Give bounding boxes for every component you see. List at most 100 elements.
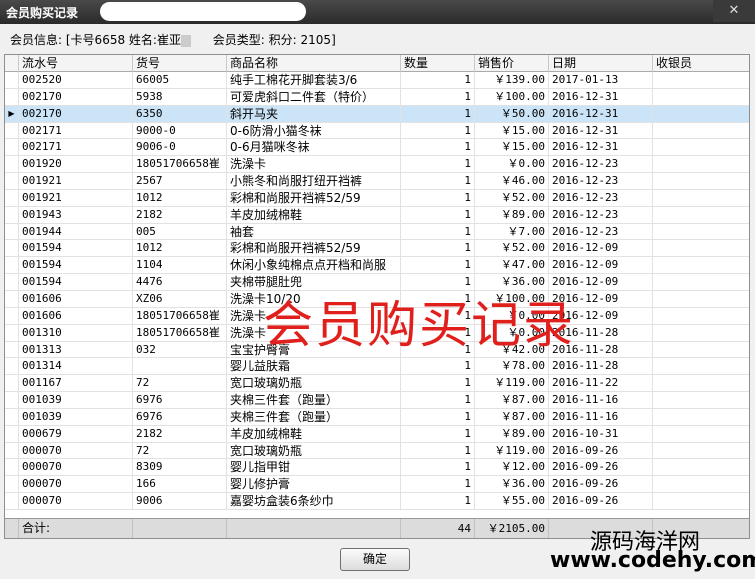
cell-date: 2016-12-09 bbox=[549, 257, 653, 274]
table-row[interactable]: 001921 2567 小熊冬和尚服打纽开裆裤 1 ￥46.00 2016-12-23 bbox=[5, 173, 749, 190]
total-row: 合计: 44 ￥2105.00 bbox=[5, 518, 749, 538]
table-row[interactable]: 001606 XZ06 洗澡卡10/20 1 ￥100.00 2016-12-09 bbox=[5, 290, 749, 308]
table-row[interactable]: 002170 5938 可爱虎斜口二件套（特价） 1 ￥100.00 2016-12-31 bbox=[5, 88, 749, 106]
cell-item-code: 72 bbox=[133, 442, 227, 459]
table-row[interactable]: 001039 6976 夹棉三件套（跑量） 1 ￥87.00 2016-11-16 bbox=[5, 408, 749, 426]
close-button[interactable]: ✕ bbox=[713, 0, 755, 22]
row-indicator bbox=[5, 189, 19, 206]
cell-cashier bbox=[653, 240, 749, 256]
table-row[interactable]: 000070 166 婴儿修护膏 1 ￥36.00 2016-09-26 bbox=[5, 476, 749, 494]
row-indicator bbox=[5, 476, 19, 493]
row-indicator bbox=[5, 442, 19, 459]
cell-date: 2016-12-31 bbox=[549, 139, 653, 156]
table-row[interactable]: 001606 18051706658崔 洗澡卡 1 ￥0.00 2016-12-09 bbox=[5, 307, 749, 325]
cell-date: 2016-12-23 bbox=[549, 206, 653, 223]
cell-serial: 001167 bbox=[19, 375, 133, 392]
cell-quantity: 1 bbox=[401, 358, 475, 375]
cell-cashier bbox=[653, 375, 749, 391]
cell-price: ￥7.00 bbox=[475, 223, 549, 240]
table-row[interactable]: 000070 72 宽口玻璃奶瓶 1 ￥119.00 2016-09-26 bbox=[5, 442, 749, 460]
row-indicator bbox=[5, 274, 19, 291]
table-row[interactable]: 000679 2182 羊皮加绒棉鞋 1 ￥89.00 2016-10-31 bbox=[5, 425, 749, 443]
table-row[interactable]: 001920 18051706658崔 洗澡卡 1 ￥0.00 2016-12-23 bbox=[5, 156, 749, 174]
cell-cashier bbox=[653, 392, 749, 408]
cell-cashier bbox=[653, 426, 749, 442]
cell-cashier bbox=[653, 190, 749, 206]
cell-price: ￥15.00 bbox=[475, 122, 549, 139]
cell-product-name: 斜开马夹 bbox=[227, 105, 401, 122]
table-row[interactable]: ▶ 002170 6350 斜开马夹 1 ￥50.00 2016-12-31 bbox=[5, 105, 749, 123]
header-price[interactable]: 销售价 bbox=[475, 55, 549, 72]
table-row[interactable]: 001944 005 袖套 1 ￥7.00 2016-12-23 bbox=[5, 223, 749, 241]
table-row[interactable]: 001943 2182 羊皮加绒棉鞋 1 ￥89.00 2016-12-23 bbox=[5, 206, 749, 224]
cell-item-code: 9006-0 bbox=[133, 139, 227, 156]
table-row[interactable]: 002520 66005 纯手工棉花开脚套装3/6 1 ￥139.00 2017-01-1… bbox=[5, 72, 749, 89]
cell-quantity: 1 bbox=[401, 257, 475, 274]
table-row[interactable]: 001313 032 宝宝护臀膏 1 ￥42.00 2016-11-28 bbox=[5, 341, 749, 359]
table-row[interactable]: 000070 9006 嘉婴坊盒装6条纱巾 1 ￥55.00 2016-09-26 bbox=[5, 493, 749, 510]
cell-serial: 002170 bbox=[19, 105, 133, 122]
cell-item-code: 8309 bbox=[133, 459, 227, 476]
cell-date: 2016-12-09 bbox=[549, 307, 653, 324]
cell-item-code: 1012 bbox=[133, 189, 227, 206]
cell-price: ￥87.00 bbox=[475, 392, 549, 409]
cell-price: ￥50.00 bbox=[475, 105, 549, 122]
cell-cashier bbox=[653, 443, 749, 459]
table-row[interactable]: 002171 9000-0 0-6防滑小猫冬袜 1 ￥15.00 2016-12-31 bbox=[5, 122, 749, 140]
table-row[interactable]: 001594 4476 夹棉带腿肚兜 1 ￥36.00 2016-12-09 bbox=[5, 274, 749, 291]
cell-item-code: 4476 bbox=[133, 274, 227, 291]
member-points: 积分: 2105] bbox=[268, 33, 336, 47]
cell-product-name: 小熊冬和尚服打纽开裆裤 bbox=[227, 173, 401, 190]
cell-serial: 001313 bbox=[19, 341, 133, 358]
table-row[interactable]: 002171 9006-0 0-6月猫咪冬袜 1 ￥15.00 2016-12-31 bbox=[5, 139, 749, 157]
confirm-button[interactable]: 确定 bbox=[340, 548, 410, 571]
cell-cashier bbox=[653, 106, 749, 122]
cell-cashier bbox=[653, 274, 749, 290]
cell-cashier bbox=[653, 89, 749, 105]
cell-item-code: 72 bbox=[133, 375, 227, 392]
purchase-records-table[interactable]: 流水号 货号 商品名称 数量 销售价 日期 收银员 002520 66005 纯手工… bbox=[4, 54, 750, 539]
cell-date: 2017-01-13 bbox=[549, 72, 653, 88]
cell-cashier bbox=[653, 325, 749, 341]
cell-quantity: 1 bbox=[401, 88, 475, 105]
header-product-name[interactable]: 商品名称 bbox=[227, 55, 401, 72]
cell-date: 2016-11-22 bbox=[549, 375, 653, 392]
table-row[interactable]: 001314 婴儿益肤霜 1 ￥78.00 2016-11-28 bbox=[5, 358, 749, 376]
row-indicator bbox=[5, 392, 19, 409]
cell-cashier bbox=[653, 173, 749, 189]
table-row[interactable]: 001594 1104 休闲小象纯棉点点开档和尚服 1 ￥47.00 2016-12-09 bbox=[5, 257, 749, 275]
table-row[interactable]: 001310 18051706658崔 洗澡卡 1 ￥0.00 2016-11-28 bbox=[5, 324, 749, 342]
cell-price: ￥42.00 bbox=[475, 341, 549, 358]
cell-price: ￥89.00 bbox=[475, 425, 549, 442]
cell-serial: 001310 bbox=[19, 324, 133, 341]
cell-price: ￥36.00 bbox=[475, 274, 549, 291]
header-serial[interactable]: 流水号 bbox=[19, 55, 133, 72]
header-date[interactable]: 日期 bbox=[549, 55, 653, 72]
cell-serial: 000679 bbox=[19, 425, 133, 442]
cell-product-name: 0-6防滑小猫冬袜 bbox=[227, 122, 401, 139]
total-amount: ￥2105.00 bbox=[475, 519, 549, 538]
table-row[interactable]: 001921 1012 彩棉和尚服开裆裤52/59 1 ￥52.00 2016-12-23 bbox=[5, 189, 749, 207]
table-row[interactable]: 001594 1012 彩棉和尚服开裆裤52/59 1 ￥52.00 2016-12-09 bbox=[5, 240, 749, 258]
header-cashier[interactable]: 收银员 bbox=[653, 55, 749, 72]
cell-price: ￥78.00 bbox=[475, 358, 549, 375]
cell-quantity: 1 bbox=[401, 307, 475, 324]
cell-quantity: 1 bbox=[401, 459, 475, 476]
cell-serial: 000070 bbox=[19, 442, 133, 459]
cell-date: 2016-12-23 bbox=[549, 189, 653, 206]
table-row[interactable]: 001167 72 宽口玻璃奶瓶 1 ￥119.00 2016-11-22 bbox=[5, 375, 749, 393]
cell-product-name: 0-6月猫咪冬袜 bbox=[227, 139, 401, 156]
header-item-code[interactable]: 货号 bbox=[133, 55, 227, 72]
redacted-name bbox=[180, 34, 191, 47]
cell-quantity: 1 bbox=[401, 156, 475, 173]
cell-date: 2016-11-28 bbox=[549, 358, 653, 375]
cell-serial: 000070 bbox=[19, 459, 133, 476]
member-info-bar: 会员信息: [卡号6658 姓名:崔亚 会员类型: 积分: 2105] bbox=[10, 31, 336, 49]
cell-product-name: 洗澡卡10/20 bbox=[227, 290, 401, 307]
cell-item-code: 1012 bbox=[133, 240, 227, 257]
table-row[interactable]: 000070 8309 婴儿指甲钳 1 ￥12.00 2016-09-26 bbox=[5, 459, 749, 477]
cell-price: ￥119.00 bbox=[475, 375, 549, 392]
cell-date: 2016-11-28 bbox=[549, 341, 653, 358]
header-quantity[interactable]: 数量 bbox=[401, 55, 475, 72]
table-row[interactable]: 001039 6976 夹棉三件套（跑量） 1 ￥87.00 2016-11-16 bbox=[5, 392, 749, 409]
